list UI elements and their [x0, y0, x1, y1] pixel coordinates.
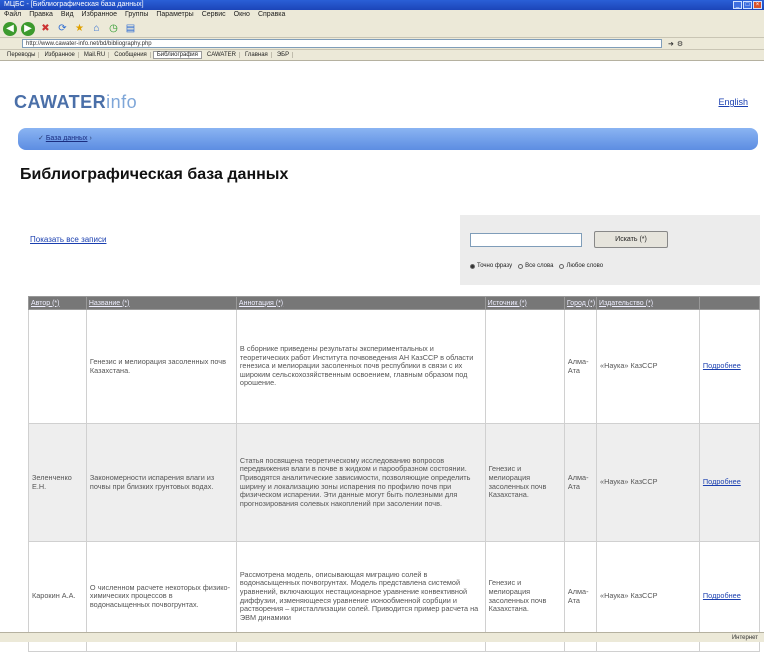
menu-item[interactable]: Справка [258, 10, 285, 20]
favorites-star-icon[interactable]: ★ [73, 22, 86, 35]
links-bar-item[interactable]: Mail.RU [81, 52, 110, 58]
search-button[interactable]: Искать (*) [594, 231, 668, 248]
table-header: Автор (*) Название (*) Аннотация (*) Источн… [28, 296, 761, 310]
menu-item[interactable]: Избранное [82, 10, 117, 20]
menu-item[interactable]: Файл [4, 10, 21, 20]
search-mode-radio[interactable]: Любое слово [559, 263, 603, 269]
toolbar: ◀ ▶ ✖ ⟳ ★ ⌂ ◷ ▤ [0, 20, 764, 38]
menu-item[interactable]: Группы [125, 10, 148, 20]
history-icon[interactable]: ◷ [107, 22, 120, 35]
logo-main: CAWATER [14, 92, 107, 112]
navigation-bar: ✓ База данных › [18, 128, 758, 150]
stop-icon[interactable]: ✖ [39, 22, 52, 35]
cell-city: Алма-Ата [563, 423, 598, 542]
cell-publisher: «Наука» КазССР [596, 309, 700, 424]
links-bar-item[interactable]: Сообщения [111, 52, 151, 58]
column-header[interactable]: Автор (*) [28, 296, 87, 310]
cell-publisher: «Наука» КазССР [596, 423, 700, 542]
cell-more[interactable]: Подробнее [698, 309, 761, 424]
radio-label: Любое слово [566, 263, 604, 269]
site-logo[interactable]: CAWATERinfo [14, 92, 137, 113]
show-all-link[interactable]: Показать все записи [30, 235, 106, 244]
links-bar-item[interactable]: Библиография [152, 51, 202, 59]
cell-title: Закономерности испарения влаги из почвы … [85, 423, 237, 542]
links-bar-item[interactable]: Избранное [41, 52, 79, 58]
home-icon[interactable]: ⌂ [90, 22, 103, 35]
search-mode-options: Точно фразу Все слова Любое слово [470, 263, 603, 269]
address-input[interactable]: http://www.cawater-info.net/bd/bibliogra… [22, 39, 662, 48]
print-icon[interactable]: ▤ [124, 22, 137, 35]
column-header[interactable]: Издательство (*) [596, 296, 700, 310]
status-zone-text: Интернет [731, 635, 758, 641]
tools-icon[interactable]: ⚙ [677, 40, 683, 48]
table-row: Генезис и мелиорация засоленных почв Каз… [28, 309, 761, 424]
maximize-icon[interactable]: □ [743, 1, 752, 9]
menu-item[interactable]: Параметры [156, 10, 193, 20]
search-input[interactable] [470, 233, 582, 247]
logo-suffix: info [106, 92, 138, 112]
language-link[interactable]: English [718, 97, 748, 107]
search-mode-radio[interactable]: Точно фразу [470, 263, 512, 269]
refresh-icon[interactable]: ⟳ [56, 22, 69, 35]
breadcrumb-current[interactable]: База данных [46, 135, 88, 142]
go-icon[interactable]: ➜ [668, 40, 674, 48]
address-bar: http://www.cawater-info.net/bd/bibliogra… [0, 38, 764, 50]
radio-label: Все слова [525, 263, 554, 269]
window-controls: _ □ × [733, 1, 762, 9]
search-panel: Искать (*) Точно фразу Все слова Любое сло… [460, 215, 760, 285]
column-header[interactable]: Аннотация (*) [235, 296, 486, 310]
column-header[interactable]: Город (*) [563, 296, 598, 310]
radio-icon[interactable] [470, 263, 475, 269]
menu-item[interactable]: Вид [61, 10, 74, 20]
cell-annotation: В сборнике приведены результаты эксперим… [235, 309, 486, 424]
search-mode-radio[interactable]: Все слова [518, 263, 553, 269]
page-title: Библиографическая база данных [20, 166, 289, 183]
forward-icon[interactable]: ▶ [21, 21, 35, 36]
cell-city: Алма-Ата [563, 309, 598, 424]
cell-annotation: Статья посвящена теоретическому исследов… [235, 423, 486, 542]
results-table: Автор (*) Название (*) Аннотация (*) Источн… [28, 296, 761, 652]
column-header [698, 296, 761, 310]
menu-item[interactable]: Правка [29, 10, 53, 20]
back-icon[interactable]: ◀ [3, 21, 17, 36]
cell-source [484, 309, 565, 424]
radio-icon[interactable] [559, 263, 565, 269]
minimize-icon[interactable]: _ [733, 1, 742, 9]
close-icon[interactable]: × [753, 1, 762, 9]
status-bar: Интернет [0, 632, 764, 642]
radio-label: Точно фразу [477, 263, 513, 269]
radio-icon[interactable] [518, 263, 524, 269]
links-bar-item[interactable]: ЭБР [274, 52, 294, 58]
table-row: Зеленченко Е.Н. Закономерности испарения … [28, 423, 761, 542]
menu-bar: Файл Правка Вид Избранное Группы Параметры Сер… [0, 10, 764, 20]
cell-title: Генезис и мелиорация засоленных почв Каз… [85, 309, 237, 424]
links-bar-item[interactable]: Переводы [4, 52, 40, 58]
address-tools: ➜ ⚙ [668, 40, 683, 48]
menu-item[interactable]: Сервис [202, 10, 226, 20]
cell-more[interactable]: Подробнее [698, 423, 761, 542]
window-title: МЦБС - [Библиографическая база данных] [4, 1, 144, 8]
links-bar: Переводы Избранное Mail.RU Сообщения Библиог… [0, 50, 764, 61]
cell-source: Генезис и мелиорация засоленных почв Каз… [484, 423, 565, 542]
column-header[interactable]: Название (*) [85, 296, 237, 310]
column-header[interactable]: Источник (*) [484, 296, 565, 310]
cell-author [28, 309, 87, 424]
cell-author: Зеленченко Е.Н. [28, 423, 87, 542]
links-bar-item[interactable]: CAWATER [204, 52, 240, 58]
menu-item[interactable]: Окно [234, 10, 250, 20]
links-bar-item[interactable]: Главная [242, 52, 272, 58]
window-titlebar: МЦБС - [Библиографическая база данных] _… [0, 0, 764, 10]
